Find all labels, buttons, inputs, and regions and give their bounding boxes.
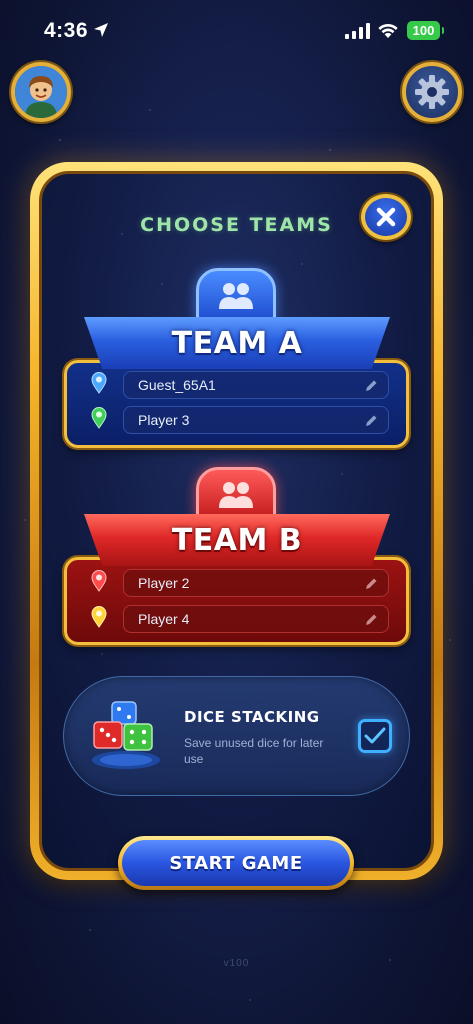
team-a-crest <box>196 268 276 322</box>
team-people-icon <box>219 482 253 508</box>
status-time: 4:36 <box>44 19 89 42</box>
player-pin-icon <box>91 372 107 394</box>
dice-stack-icon <box>92 701 160 769</box>
team-b-crest <box>196 467 276 521</box>
player-avatar-icon <box>15 66 67 118</box>
team-b-banner: TEAM B <box>84 514 390 566</box>
settings-button[interactable] <box>402 62 462 122</box>
player-slot-team-b-2[interactable]: Player 4 <box>123 605 389 633</box>
gear-icon <box>415 75 449 109</box>
player-name: Player 2 <box>138 575 190 591</box>
team-a-banner: TEAM A <box>84 317 390 369</box>
close-button[interactable] <box>361 194 411 240</box>
battery-level: 100 <box>412 23 435 38</box>
edit-pencil-icon[interactable] <box>364 613 378 627</box>
cellular-signal-icon <box>345 23 370 39</box>
player-pin-icon <box>91 407 107 429</box>
edit-pencil-icon[interactable] <box>364 577 378 591</box>
dice-stacking-title: DICE STACKING <box>184 708 320 726</box>
player-name: Player 4 <box>138 611 190 627</box>
player-slot-team-a-1[interactable]: Guest_65A1 <box>123 371 389 399</box>
dice-stacking-description: Save unused dice for later use <box>184 736 324 766</box>
player-slot-team-b-1[interactable]: Player 2 <box>123 569 389 597</box>
player-name: Guest_65A1 <box>138 377 216 393</box>
battery-indicator: 100 <box>407 21 444 40</box>
edit-pencil-icon[interactable] <box>364 414 378 428</box>
player-avatar-button[interactable] <box>11 62 71 122</box>
location-arrow-icon <box>94 23 108 37</box>
team-a-name: TEAM A <box>171 325 303 361</box>
player-pin-icon <box>91 570 107 592</box>
start-game-button[interactable]: START GAME <box>118 836 354 890</box>
team-b-name: TEAM B <box>171 522 303 558</box>
player-slot-team-a-2[interactable]: Player 3 <box>123 406 389 434</box>
player-pin-icon <box>91 606 107 628</box>
status-bar: 4:36 100 <box>0 0 473 62</box>
dice-stacking-checkbox[interactable] <box>358 719 392 753</box>
edit-pencil-icon[interactable] <box>364 379 378 393</box>
team-people-icon <box>219 283 253 309</box>
player-name: Player 3 <box>138 412 190 428</box>
start-game-button-face: START GAME <box>122 840 350 886</box>
start-game-label: START GAME <box>169 852 303 874</box>
close-icon <box>376 207 396 227</box>
version-label: v100 <box>223 958 250 969</box>
wifi-icon <box>378 23 398 38</box>
checkmark-icon <box>364 727 386 744</box>
